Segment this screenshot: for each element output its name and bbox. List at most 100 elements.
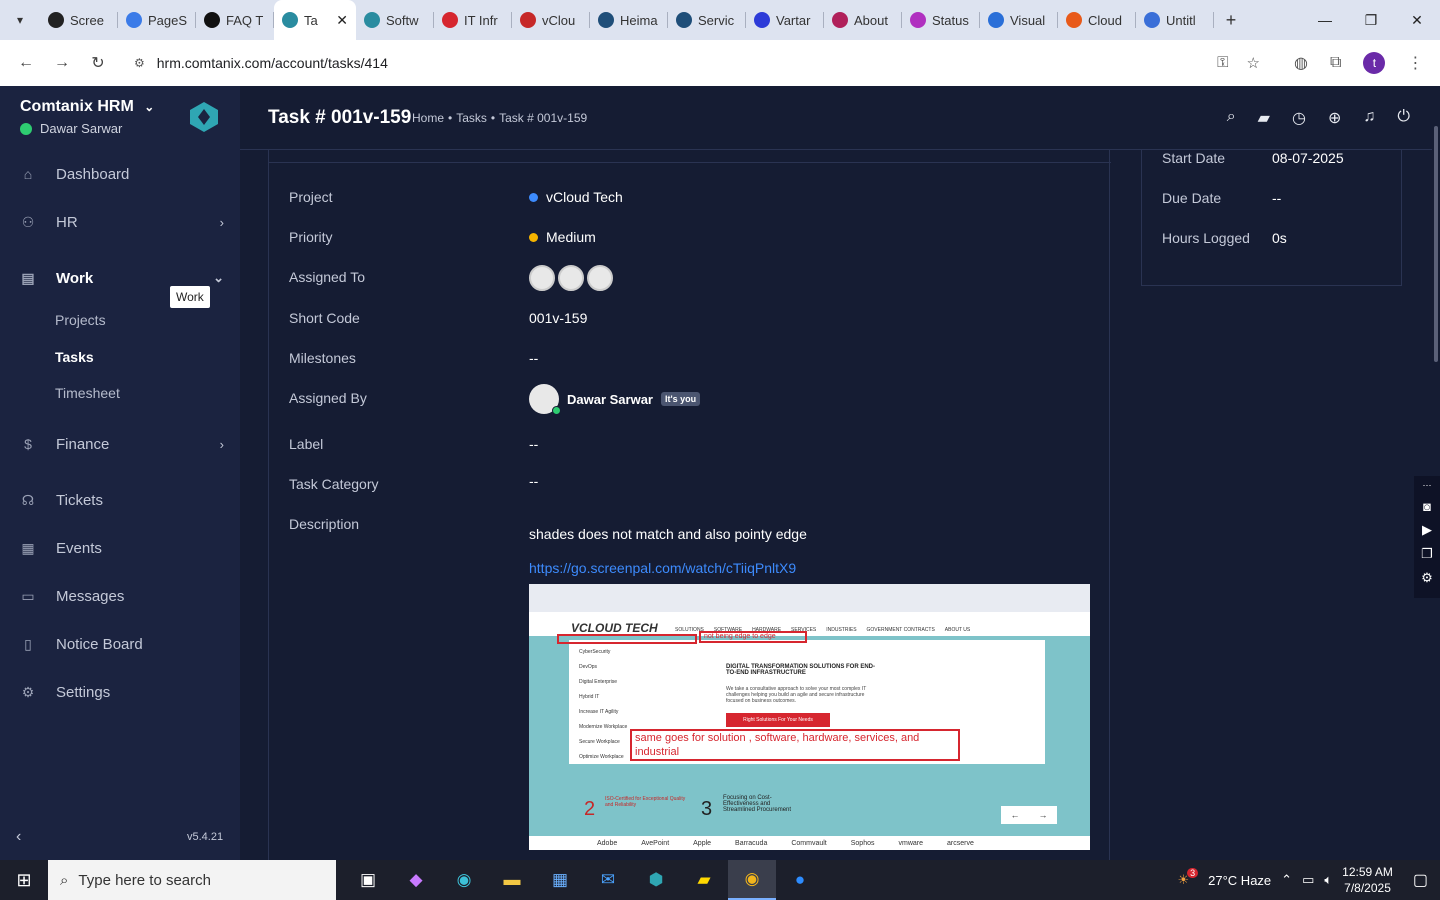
browser-tab[interactable]: Scree bbox=[40, 0, 118, 40]
sidebar-item-tickets[interactable]: ☊ Tickets bbox=[0, 480, 240, 520]
minimize-icon[interactable]: — bbox=[1302, 12, 1348, 29]
close-tab-icon[interactable]: ✕ bbox=[336, 12, 348, 29]
assigned-by-value[interactable]: Dawar Sarwar It's you bbox=[529, 384, 701, 415]
attachment-brand: Adobe bbox=[597, 839, 618, 847]
priority-color-dot bbox=[529, 232, 538, 242]
sidebar-item-finance[interactable]: $ Finance › bbox=[0, 424, 240, 464]
sidebar-item-notice-board[interactable]: ▯ Notice Board bbox=[0, 624, 240, 664]
sidebar-item-settings[interactable]: ⚙ Settings bbox=[0, 672, 240, 712]
breadcrumb-home[interactable]: Home bbox=[412, 111, 444, 125]
browser-tab[interactable]: Heima bbox=[590, 0, 668, 40]
sidebar-subitem-timesheet[interactable]: Timesheet bbox=[55, 385, 120, 401]
taskbar-clock[interactable]: 12:59 AM 7/8/2025 bbox=[1342, 864, 1393, 896]
sidebar-item-messages[interactable]: ▭ Messages bbox=[0, 576, 240, 616]
description-link[interactable]: https://go.screenpal.com/watch/cTiiqPnlt… bbox=[529, 560, 796, 576]
avatar[interactable] bbox=[558, 265, 584, 291]
password-key-icon[interactable]: ⚿ bbox=[1217, 54, 1228, 72]
clock-icon[interactable]: ◷ bbox=[1292, 108, 1306, 128]
collapse-sidebar-icon[interactable]: ‹ bbox=[16, 828, 21, 846]
bell-icon[interactable]: ♫ bbox=[1363, 108, 1375, 128]
sidebar-item-dashboard[interactable]: ⌂ Dashboard bbox=[0, 154, 240, 194]
sidebar-subitem-projects[interactable]: Projects bbox=[55, 312, 106, 328]
browser-tab[interactable]: vClou bbox=[512, 0, 590, 40]
volume-icon[interactable]: 🔈︎ bbox=[1324, 872, 1332, 888]
add-circle-icon[interactable]: ⊕ bbox=[1328, 108, 1341, 128]
zoom-icon[interactable]: ● bbox=[776, 860, 824, 900]
mail-icon[interactable]: ✉ bbox=[584, 860, 632, 900]
sticky-note-icon[interactable]: ▰ bbox=[1258, 108, 1270, 128]
tab-favicon-icon bbox=[1144, 12, 1160, 28]
extensions-puzzle-icon[interactable]: ⧉ bbox=[1330, 54, 1341, 72]
attachment-menu-item: Increase IT Agility bbox=[579, 709, 619, 715]
browser-tab[interactable]: Servic bbox=[668, 0, 746, 40]
page-scrollbar[interactable] bbox=[1432, 86, 1440, 860]
notifications-icon[interactable]: ▢ bbox=[1413, 870, 1428, 890]
sticky-notes-icon[interactable]: ▰ bbox=[680, 860, 728, 900]
browser-tab[interactable]: About bbox=[824, 0, 902, 40]
sidebar-item-hr[interactable]: ⚇ HR › bbox=[0, 202, 240, 242]
copilot-icon[interactable]: ◆ bbox=[392, 860, 440, 900]
chrome-icon[interactable]: ◉ bbox=[728, 860, 776, 900]
back-icon[interactable]: ← bbox=[8, 54, 44, 72]
search-icon[interactable]: ⌕ bbox=[1227, 108, 1236, 128]
comtanix-app-icon[interactable]: ⬢ bbox=[632, 860, 680, 900]
reload-icon[interactable]: ↻ bbox=[80, 53, 116, 73]
browser-tab[interactable]: Vartar bbox=[746, 0, 824, 40]
sidebar-subitem-tasks[interactable]: Tasks bbox=[55, 349, 94, 365]
task-view-icon[interactable]: ▣ bbox=[344, 860, 392, 900]
browser-tab[interactable]: PageS bbox=[118, 0, 196, 40]
attachment-menu-item: DevOps bbox=[579, 664, 598, 670]
copy-icon[interactable]: ❐ bbox=[1421, 546, 1433, 562]
windows-start-icon[interactable]: ⊞ bbox=[0, 870, 48, 891]
weather-badge: 3 bbox=[1187, 868, 1199, 878]
new-tab-button[interactable]: + bbox=[1214, 10, 1248, 31]
profile-avatar[interactable]: t bbox=[1363, 52, 1386, 74]
its-you-badge: It's you bbox=[661, 392, 701, 406]
browser-tab[interactable]: Ta ✕ bbox=[274, 0, 356, 40]
avatar[interactable] bbox=[529, 265, 555, 291]
network-icon[interactable]: ▭ bbox=[1302, 872, 1314, 888]
tab-search-chevron-icon[interactable]: ▾ bbox=[0, 0, 40, 40]
browser-menu-icon[interactable]: ⋮ bbox=[1407, 53, 1423, 73]
project-value[interactable]: vCloud Tech bbox=[529, 189, 623, 205]
annotation-box bbox=[557, 634, 697, 644]
browser-tab[interactable]: IT Infr bbox=[434, 0, 512, 40]
browser-tab[interactable]: Cloud bbox=[1058, 0, 1136, 40]
restore-icon[interactable]: ❐ bbox=[1348, 12, 1394, 29]
video-icon[interactable]: ▶ bbox=[1422, 522, 1432, 538]
weather-text[interactable]: 27°C Haze bbox=[1208, 873, 1271, 888]
edge-icon[interactable]: ◉ bbox=[440, 860, 488, 900]
sidebar-item-events[interactable]: ▦ Events bbox=[0, 528, 240, 568]
tab-label: Ta bbox=[304, 12, 318, 28]
gear-icon[interactable]: ⚙ bbox=[1421, 570, 1433, 586]
chevron-down-icon[interactable]: ⌄ bbox=[144, 100, 154, 114]
address-bar[interactable]: ⚙ hrm.comtanix.com/account/tasks/414 ⚿ ☆ bbox=[124, 46, 1270, 80]
browser-tab[interactable]: Softw bbox=[356, 0, 434, 40]
camera-icon[interactable]: ◙ bbox=[1423, 499, 1431, 514]
avatar[interactable] bbox=[587, 265, 613, 291]
store-icon[interactable]: ▦ bbox=[536, 860, 584, 900]
close-window-icon[interactable]: ✕ bbox=[1394, 12, 1440, 29]
bookmark-star-icon[interactable]: ☆ bbox=[1247, 54, 1260, 72]
tab-label: Status bbox=[932, 12, 969, 28]
taskbar-search[interactable]: ⌕ Type here to search bbox=[48, 860, 336, 900]
attachment-screenshot[interactable]: VCLOUD TECH SOLUTIONS SOFTWARE HARDWARE SER… bbox=[529, 584, 1090, 850]
power-icon[interactable]: ⏻ bbox=[1397, 108, 1410, 128]
tab-label: Softw bbox=[386, 12, 419, 28]
site-info-icon[interactable]: ⚙ bbox=[134, 56, 145, 70]
extension-globe-icon[interactable]: ◍ bbox=[1294, 53, 1308, 73]
browser-tab[interactable]: Untitl bbox=[1136, 0, 1214, 40]
taskbar-search-placeholder: Type here to search bbox=[78, 871, 211, 889]
browser-tab[interactable]: Visual bbox=[980, 0, 1058, 40]
comtanix-logo-icon[interactable] bbox=[188, 101, 220, 133]
chevron-up-icon[interactable]: ⌃ bbox=[1281, 872, 1292, 888]
file-explorer-icon[interactable]: ▬ bbox=[488, 860, 536, 900]
browser-tab[interactable]: Status bbox=[902, 0, 980, 40]
more-icon[interactable]: ⋯ bbox=[1423, 480, 1432, 491]
breadcrumb-tasks[interactable]: Tasks bbox=[456, 111, 487, 125]
browser-tab[interactable]: FAQ T bbox=[196, 0, 274, 40]
scrollbar-thumb[interactable] bbox=[1434, 126, 1438, 362]
forward-icon[interactable]: → bbox=[44, 54, 80, 72]
tab-label: Vartar bbox=[776, 12, 811, 28]
brand-name[interactable]: Comtanix HRM ⌄ bbox=[20, 98, 154, 116]
